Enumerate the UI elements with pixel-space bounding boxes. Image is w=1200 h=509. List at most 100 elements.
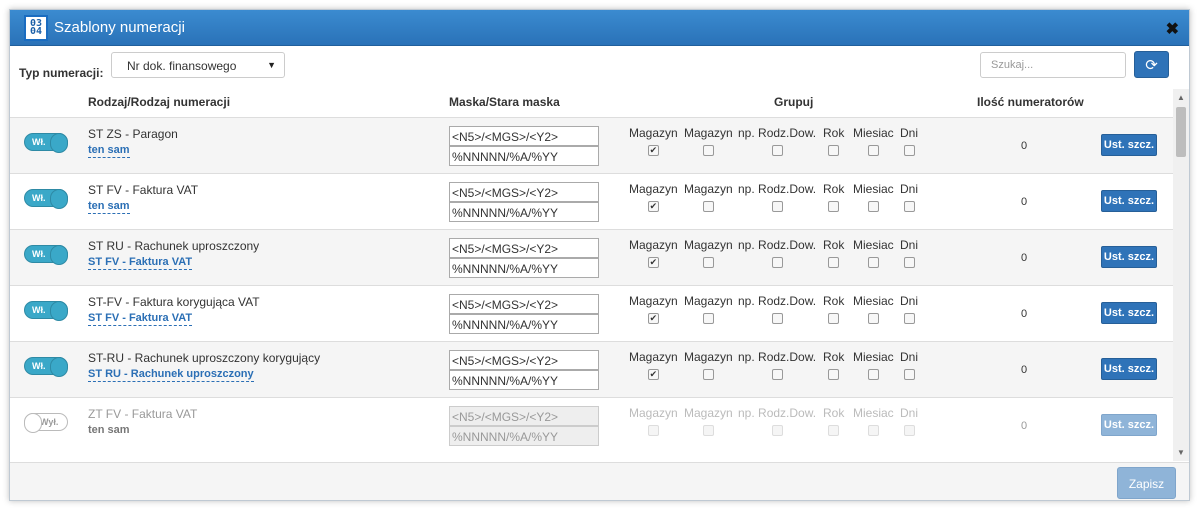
group-option: np. Rodz.Dow. — [738, 350, 816, 380]
group-checkbox[interactable]: ✔ — [647, 313, 659, 324]
status-toggle[interactable]: Wł. — [24, 301, 68, 321]
group-checkbox[interactable] — [867, 145, 879, 156]
numerator-count: 0 — [1021, 420, 1028, 432]
group-checkbox[interactable] — [771, 145, 783, 156]
group-checkbox[interactable] — [828, 313, 840, 324]
mask-input[interactable]: <N5>/<MGS>/<Y2> — [449, 238, 599, 258]
group-checkbox[interactable] — [867, 313, 879, 324]
group-option: np. Rodz.Dow. — [738, 294, 816, 324]
numbering-template-icon: 03 04 — [24, 15, 48, 41]
old-mask-input[interactable]: %NNNNN/%A/%YY — [449, 258, 599, 278]
table-scrollbar[interactable]: ▲ ▼ — [1173, 89, 1189, 461]
detail-settings-button[interactable]: Ust. szcz. — [1101, 358, 1157, 380]
numbering-kind-link[interactable]: ST FV - Faktura VAT — [88, 312, 193, 326]
mask-input[interactable]: <N5>/<MGS>/<Y2> — [449, 182, 599, 202]
group-option: Rok — [823, 126, 844, 156]
numbering-kind-link[interactable]: ST FV - Faktura VAT — [88, 256, 193, 270]
scroll-down-icon[interactable]: ▼ — [1177, 448, 1185, 457]
group-label: Dni — [900, 126, 919, 140]
numbering-kind-link[interactable]: ten sam — [88, 144, 130, 158]
old-mask-input[interactable]: %NNNNN/%A/%YY — [449, 314, 599, 334]
group-checkbox[interactable]: ✔ — [647, 369, 659, 380]
group-checkbox[interactable] — [771, 201, 783, 212]
scrollbar-thumb[interactable] — [1176, 107, 1186, 157]
detail-settings-button[interactable]: Ust. szcz. — [1101, 190, 1157, 212]
mask-input: <N5>/<MGS>/<Y2> — [449, 406, 599, 426]
old-mask-input[interactable]: %NNNNN/%A/%YY — [449, 370, 599, 390]
status-toggle[interactable]: Wł. — [24, 133, 68, 153]
group-checkbox — [647, 425, 659, 436]
old-mask-input[interactable]: %NNNNN/%A/%YY — [449, 202, 599, 222]
numerator-count: 0 — [1021, 196, 1028, 208]
group-option: Rok — [823, 182, 844, 212]
group-checkbox[interactable] — [828, 201, 840, 212]
table-row: Wł. ST FV - Faktura VAT ten sam <N5>/<MGS>/… — [10, 173, 1173, 229]
mask-input[interactable]: <N5>/<MGS>/<Y2> — [449, 294, 599, 314]
group-checkbox[interactable] — [828, 369, 840, 380]
group-checkbox[interactable] — [867, 257, 879, 268]
template-name: ST-FV - Faktura korygująca VAT — [88, 295, 260, 309]
group-checkbox[interactable] — [702, 313, 714, 324]
status-toggle[interactable]: Wł. — [24, 357, 68, 377]
group-option: Miesiac — [853, 350, 894, 380]
group-option: Magazyn — [684, 294, 733, 324]
group-checkbox[interactable] — [771, 257, 783, 268]
mask-input[interactable]: <N5>/<MGS>/<Y2> — [449, 126, 599, 146]
detail-settings-button[interactable]: Ust. szcz. — [1101, 246, 1157, 268]
mask-input[interactable]: <N5>/<MGS>/<Y2> — [449, 350, 599, 370]
group-label: Magazyn — [684, 238, 733, 252]
group-checkbox[interactable] — [903, 257, 915, 268]
search-input[interactable]: Szukaj... — [980, 52, 1126, 78]
group-option: Magazyn — [684, 238, 733, 268]
status-toggle[interactable]: Wł. — [24, 189, 68, 209]
status-toggle[interactable]: Wł. — [24, 245, 68, 265]
scroll-up-icon[interactable]: ▲ — [1177, 93, 1185, 102]
header-kind: Rodzaj/Rodzaj numeracji — [88, 95, 231, 109]
status-toggle[interactable]: Wył. — [24, 413, 68, 433]
group-label: np. — [738, 182, 755, 196]
group-label: Magazyn — [629, 406, 678, 420]
table-row: Wył. ZT FV - Faktura VAT ten sam <N5>/<MGS>… — [10, 397, 1173, 453]
templates-table: Rodzaj/Rodzaj numeracji Maska/Stara mask… — [10, 89, 1173, 461]
group-checkbox[interactable] — [903, 313, 915, 324]
group-checkbox[interactable] — [771, 313, 783, 324]
detail-settings-button[interactable]: Ust. szcz. — [1101, 134, 1157, 156]
group-label: Rok — [823, 350, 845, 364]
group-checkbox[interactable]: ✔ — [647, 145, 659, 156]
group-checkbox[interactable] — [828, 145, 840, 156]
group-checkbox[interactable] — [903, 145, 915, 156]
group-label: Rodz.Dow. — [758, 406, 817, 420]
icon-digit: 4 — [36, 26, 43, 37]
header-count: Ilość numeratorów — [977, 95, 1084, 109]
group-checkbox[interactable] — [867, 201, 879, 212]
group-checkbox[interactable] — [702, 145, 714, 156]
close-icon[interactable]: ✖ — [1166, 19, 1179, 39]
group-checkbox[interactable]: ✔ — [647, 257, 659, 268]
group-label: np. — [738, 126, 755, 140]
refresh-button[interactable]: ⟳ — [1134, 51, 1169, 78]
numbering-type-select[interactable]: Nr dok. finansowego ▼ — [111, 52, 285, 78]
group-option: Dni — [900, 182, 918, 212]
old-mask-input[interactable]: %NNNNN/%A/%YY — [449, 146, 599, 166]
group-checkbox[interactable] — [867, 369, 879, 380]
group-option: np. Rodz.Dow. — [738, 238, 816, 268]
group-checkbox[interactable] — [702, 257, 714, 268]
group-label: Dni — [900, 350, 919, 364]
group-label: Magazyn — [629, 350, 678, 364]
save-button[interactable]: Zapisz — [1117, 467, 1176, 499]
group-checkbox[interactable] — [903, 369, 915, 380]
group-checkbox[interactable]: ✔ — [647, 201, 659, 212]
group-checkbox[interactable] — [828, 257, 840, 268]
group-label: Rodz.Dow. — [758, 126, 817, 140]
group-checkbox[interactable] — [702, 201, 714, 212]
template-name: ST-RU - Rachunek uproszczony korygujący — [88, 351, 321, 365]
group-checkbox[interactable] — [771, 369, 783, 380]
group-checkbox[interactable] — [903, 201, 915, 212]
group-checkbox[interactable] — [702, 369, 714, 380]
numbering-kind-link[interactable]: ten sam — [88, 200, 130, 214]
numbering-kind-link[interactable]: ST RU - Rachunek uproszczony — [88, 368, 254, 382]
group-label: Magazyn — [629, 238, 678, 252]
detail-settings-button[interactable]: Ust. szcz. — [1101, 302, 1157, 324]
group-option: Magazyn ✔ — [629, 294, 678, 324]
numerator-count: 0 — [1021, 140, 1028, 152]
